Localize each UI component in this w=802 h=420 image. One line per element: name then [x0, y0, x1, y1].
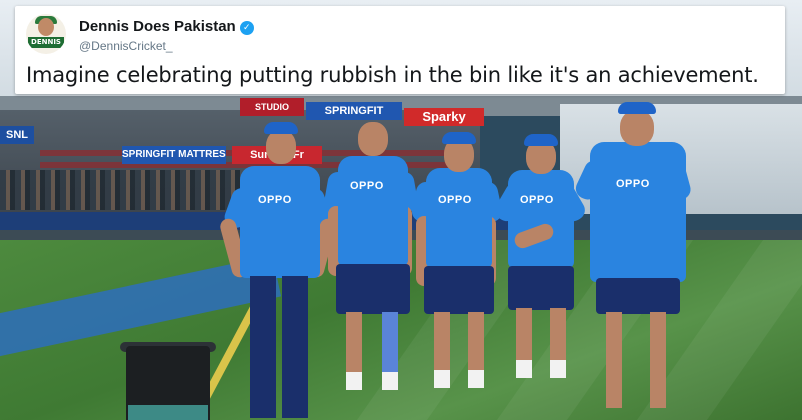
hoarding-springfit: SPRINGFIT: [306, 102, 402, 120]
hoarding-springfit-mattress: SPRINGFIT MATTRESS: [122, 146, 226, 164]
hoarding-studio: STUDIO: [240, 98, 304, 116]
tweet-text: Imagine celebrating putting rubbish in t…: [26, 63, 759, 87]
jersey-logo: OPPO: [438, 194, 472, 206]
tweet-card[interactable]: DENNIS Dennis Does Pakistan ✓ @DennisCric…: [15, 6, 785, 94]
verified-badge-icon: ✓: [239, 21, 254, 35]
jersey-logo: OPPO: [350, 180, 384, 192]
avatar-label: DENNIS: [28, 37, 64, 48]
bin-base: [128, 405, 208, 420]
crowd: [0, 170, 240, 210]
user-handle[interactable]: @DennisCricket_: [79, 39, 173, 53]
tweet-screenshot: SNL SPRINGFIT MATTRESS Sunday Fr SPRINGF…: [0, 0, 802, 420]
display-name-text: Dennis Does Pakistan: [79, 18, 236, 35]
jersey-logo: OPPO: [520, 194, 554, 206]
display-name[interactable]: Dennis Does Pakistan ✓: [79, 18, 254, 35]
jersey-logo: OPPO: [616, 178, 650, 190]
jersey-logo: OPPO: [258, 194, 292, 206]
hoarding-snl: SNL: [0, 126, 34, 144]
avatar[interactable]: DENNIS: [26, 14, 66, 54]
hoarding-sparky: Sparky: [404, 108, 484, 126]
